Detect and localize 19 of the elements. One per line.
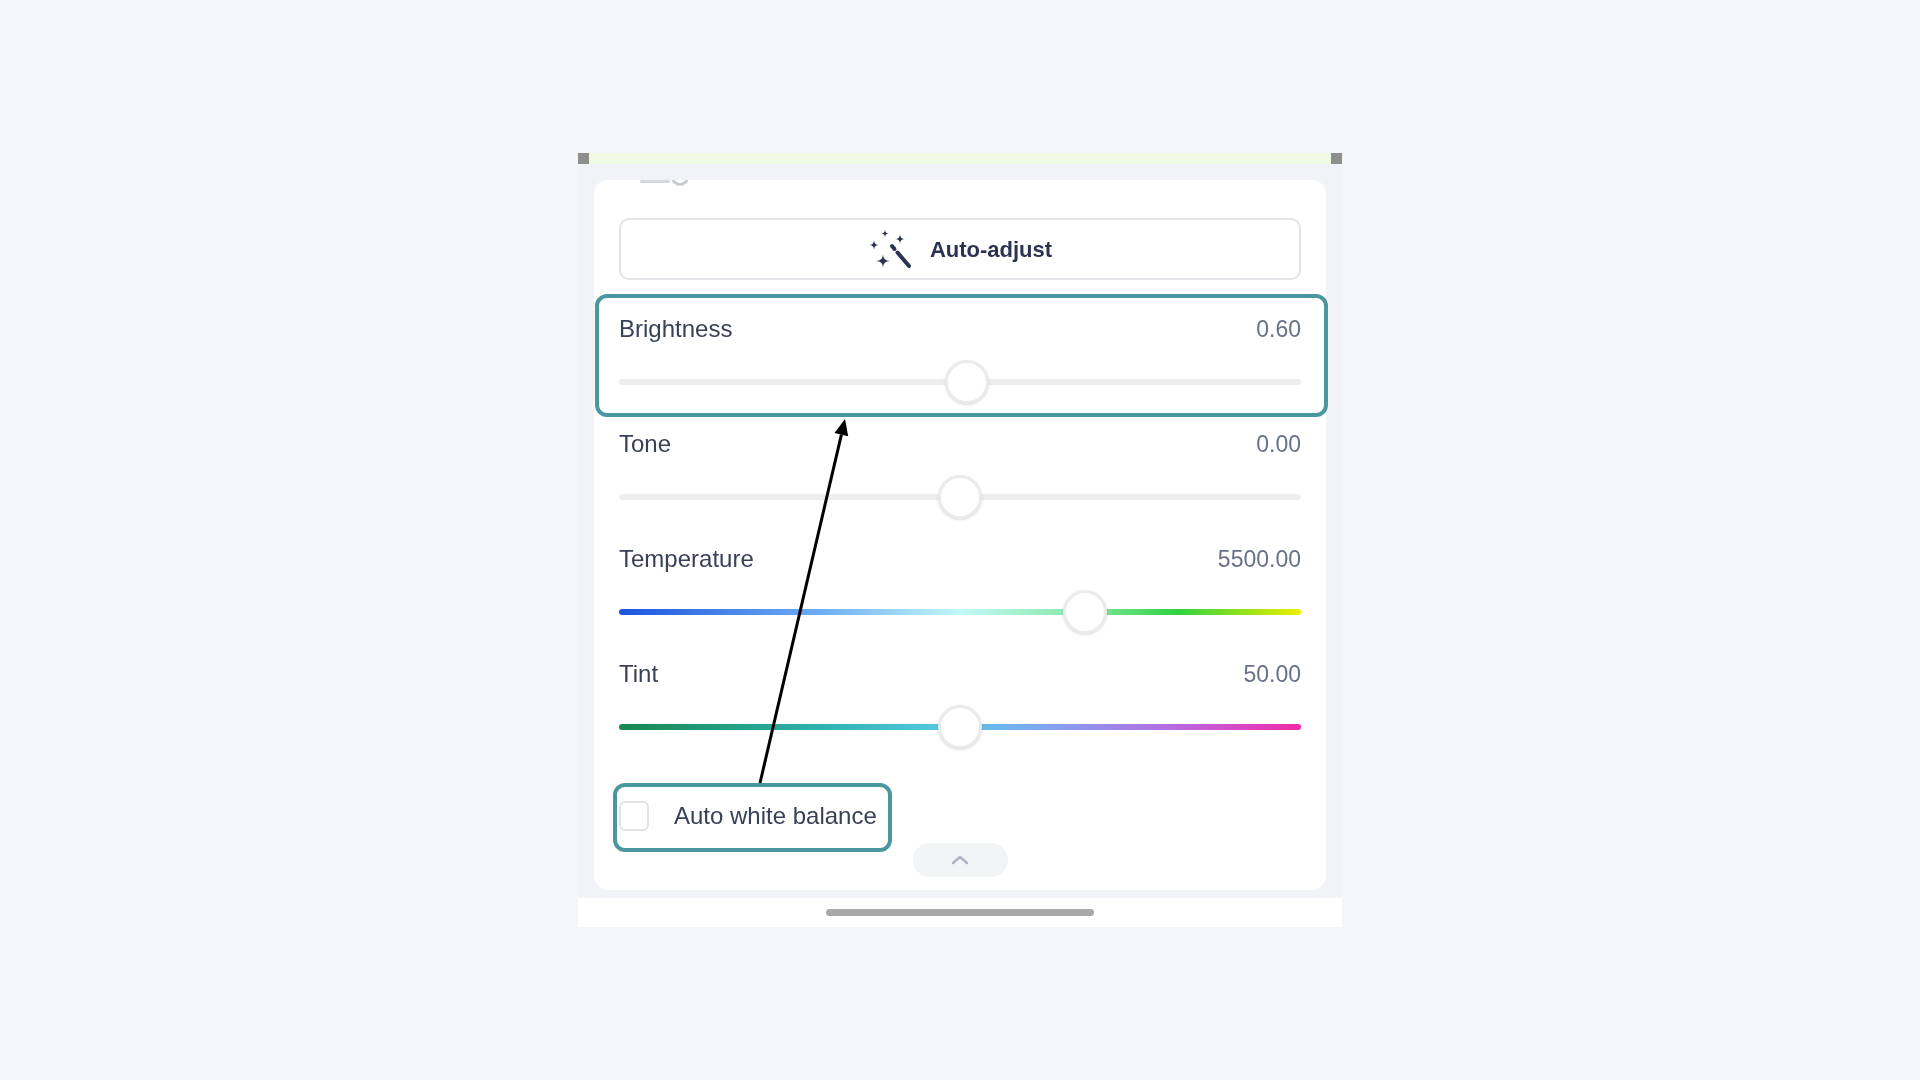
slider-thumb[interactable] xyxy=(944,360,989,404)
slider-value: 5500.00 xyxy=(1217,545,1301,574)
slider-thumb[interactable] xyxy=(938,705,982,749)
corner-square-icon xyxy=(1331,153,1342,164)
checkbox-label[interactable]: Auto white balance xyxy=(674,801,877,831)
chevron-up-icon xyxy=(951,855,969,865)
slider-value: 0.00 xyxy=(1256,430,1301,459)
checkbox[interactable] xyxy=(619,801,649,831)
corner-square-icon xyxy=(578,153,589,164)
slider-label: Temperature xyxy=(619,544,754,574)
slider-label: Brightness xyxy=(619,314,733,344)
slider-value: 0.60 xyxy=(1256,315,1301,344)
slider-thumb[interactable] xyxy=(938,475,982,519)
auto-adjust-button[interactable]: Auto-adjust xyxy=(619,218,1301,280)
slider-label: Tone xyxy=(619,429,672,459)
slider-thumb[interactable] xyxy=(1063,590,1108,634)
slider-label: Tint xyxy=(619,659,659,689)
collapse-button[interactable] xyxy=(912,843,1008,877)
slider-value: 50.00 xyxy=(1243,660,1301,689)
